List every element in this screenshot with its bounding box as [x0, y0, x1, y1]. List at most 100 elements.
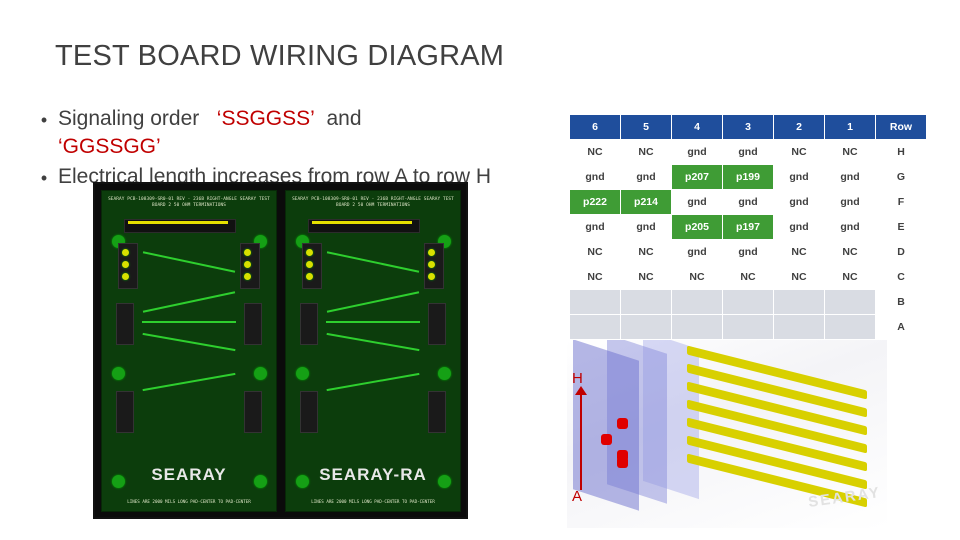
pad: [428, 249, 435, 256]
table-cell: gnd: [824, 164, 876, 190]
pinout-table: 6 5 4 3 2 1 Row NC NC gnd gnd NC NC Hgnd gnd p207 p199 gn…: [569, 114, 927, 340]
bullet-text-pre: Signaling order: [58, 107, 200, 130]
pcb-left-brand: SEARAY: [151, 465, 227, 484]
table-cell: [773, 289, 825, 315]
component: [428, 391, 446, 433]
pad: [244, 273, 251, 280]
connector-3d-image: SEARAY: [567, 340, 887, 528]
pad: [306, 273, 313, 280]
connector-contacts: [128, 221, 228, 224]
pad: [112, 367, 125, 380]
table-row: NC NC gnd gnd NC NC H: [569, 139, 927, 165]
table-cell: [671, 289, 723, 315]
table-cell: gnd: [773, 164, 825, 190]
bullet-text-mid: and: [326, 107, 362, 130]
pcb-right-silkscreen: SEARAY PCB-108309-SR0-01 REV - 236B RIGH…: [292, 197, 454, 208]
arrow-label-bottom: A: [572, 488, 583, 505]
pad: [122, 261, 129, 268]
pad: [438, 367, 451, 380]
table-cell: NC: [824, 239, 876, 265]
table-cell: NC: [824, 264, 876, 290]
column-header: Row: [875, 114, 927, 140]
table-row: gnd gnd p205 p197 gnd gnd E: [569, 214, 927, 240]
table-cell: [824, 314, 876, 340]
pad: [428, 261, 435, 268]
table-cell: [569, 314, 621, 340]
table-cell: NC: [620, 264, 672, 290]
table-cell: gnd: [671, 139, 723, 165]
table-cell: [569, 289, 621, 315]
table-cell: NC: [569, 139, 621, 165]
trace: [326, 372, 420, 392]
row-highlight-marker: [617, 418, 628, 429]
row-label: C: [875, 264, 927, 290]
table-cell: [722, 314, 774, 340]
table-cell: NC: [569, 264, 621, 290]
column-header: 3: [722, 114, 774, 140]
pad: [428, 273, 435, 280]
column-header: 6: [569, 114, 621, 140]
page-title: TEST BOARD WIRING DIAGRAM: [55, 40, 505, 72]
trace: [326, 321, 420, 323]
component: [300, 303, 318, 345]
table-cell: gnd: [671, 189, 723, 215]
bullet-marker: •: [40, 168, 48, 188]
table-cell: [620, 289, 672, 315]
table-cell: gnd: [620, 214, 672, 240]
trace: [326, 251, 420, 273]
table-cell: [620, 314, 672, 340]
pcb-right-bottom-text: LINES ARE 2000 MILS LONG PAD-CENTER TO P…: [311, 499, 435, 504]
table-cell: [671, 314, 723, 340]
row-label: A: [875, 314, 927, 340]
table-cell: gnd: [620, 164, 672, 190]
column-header: 4: [671, 114, 723, 140]
arrow-shaft: [580, 392, 582, 490]
bullet-marker: •: [40, 110, 48, 130]
row-label: G: [875, 164, 927, 190]
trace: [142, 372, 236, 392]
component: [300, 391, 318, 433]
component: [428, 303, 446, 345]
trace: [326, 291, 420, 313]
table-cell: NC: [722, 264, 774, 290]
trace: [142, 332, 236, 352]
table-row: NC NC NC NC NC NC C: [569, 264, 927, 290]
pcb-left-bottom-text: LINES ARE 2000 MILS LONG PAD-CENTER TO P…: [127, 499, 251, 504]
trace: [142, 251, 236, 273]
table-cell: p207: [671, 164, 723, 190]
trace: [142, 291, 236, 313]
table-cell: gnd: [722, 139, 774, 165]
table-row: A: [569, 314, 927, 340]
arrow-label-top: H: [572, 370, 583, 387]
pcb-left: SEARAY PCB-108309-SR0-01 REV - 236B RIGH…: [101, 190, 277, 512]
pad: [306, 249, 313, 256]
table-cell: gnd: [722, 239, 774, 265]
table-cell: gnd: [671, 239, 723, 265]
table-cell: p214: [620, 189, 672, 215]
row-label: B: [875, 289, 927, 315]
row-label: H: [875, 139, 927, 165]
table-cell: p199: [722, 164, 774, 190]
table-cell: gnd: [773, 214, 825, 240]
pad: [244, 249, 251, 256]
table-header-row: 6 5 4 3 2 1 Row: [569, 114, 927, 140]
table-row: p222 p214 gnd gnd gnd gnd F: [569, 189, 927, 215]
table-cell: NC: [620, 239, 672, 265]
table-cell: [773, 314, 825, 340]
pad: [306, 261, 313, 268]
table-cell: [824, 289, 876, 315]
row-highlight-marker: [601, 434, 612, 445]
table-cell: gnd: [569, 164, 621, 190]
pad: [296, 367, 309, 380]
table-cell: NC: [773, 139, 825, 165]
table-row: gnd gnd p207 p199 gnd gnd G: [569, 164, 927, 190]
slide: TEST BOARD WIRING DIAGRAM • Signaling or…: [0, 0, 960, 540]
table-cell: p205: [671, 214, 723, 240]
list-item: • Signaling order ‘SSGGSS’ and ‘GGSSGG’: [30, 105, 550, 161]
table-cell: NC: [671, 264, 723, 290]
table-cell: gnd: [824, 214, 876, 240]
pcb-left-silkscreen: SEARAY PCB-108309-SR0-01 REV - 236B RIGH…: [108, 197, 270, 208]
component: [116, 391, 134, 433]
bullet-list: • Signaling order ‘SSGGSS’ and ‘GGSSGG’ …: [30, 105, 550, 194]
row-label: E: [875, 214, 927, 240]
